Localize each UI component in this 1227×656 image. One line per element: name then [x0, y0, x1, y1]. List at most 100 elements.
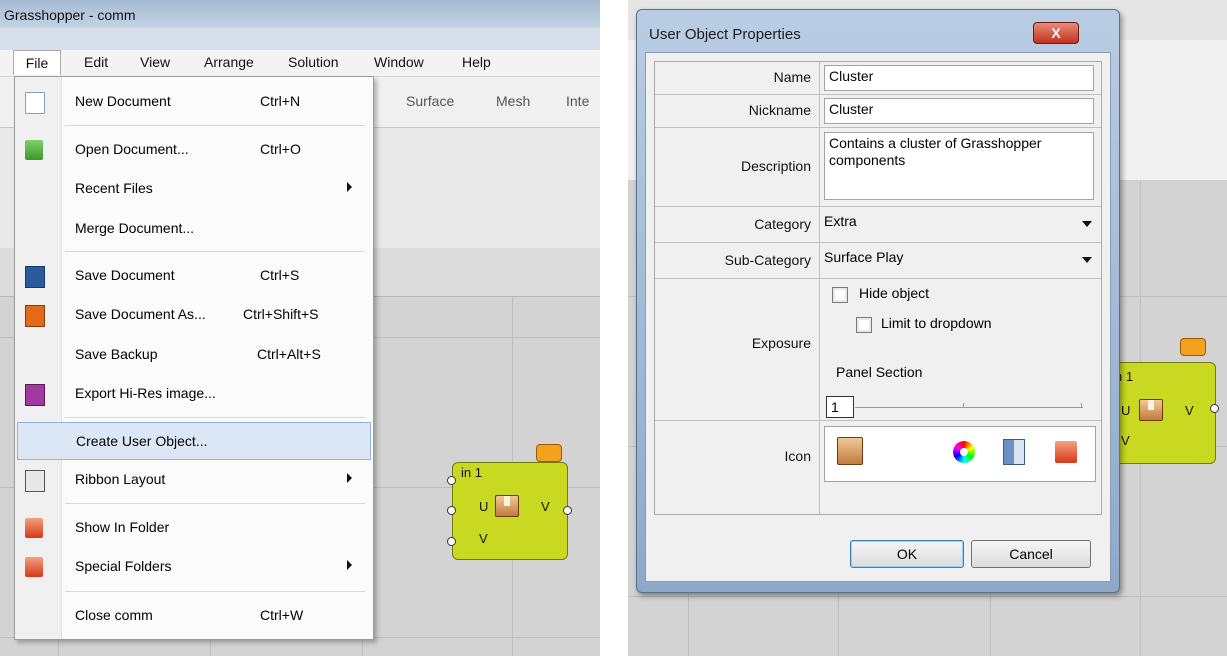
window-title: Grasshopper - comm	[4, 7, 136, 23]
open-folder-icon[interactable]	[1055, 441, 1077, 463]
menu-item-shortcut: Ctrl+O	[260, 141, 301, 157]
file-menu: New Document Ctrl+N Open Document... Ctr…	[14, 76, 374, 640]
menu-item-save-document[interactable]: Save Document Ctrl+S	[15, 257, 373, 295]
menu-help[interactable]: Help	[462, 54, 491, 70]
icon-editor-icon[interactable]	[1003, 439, 1025, 465]
input-u-label: U	[1121, 403, 1131, 418]
description-field[interactable]: Contains a cluster of Grasshopper compon…	[824, 132, 1094, 200]
menu-item-show-in-folder[interactable]: Show In Folder	[15, 509, 373, 547]
color-wheel-icon[interactable]	[953, 441, 975, 463]
input-port-v[interactable]	[447, 537, 456, 546]
subcategory-label: Sub-Category	[724, 252, 811, 268]
title-bar-lower	[0, 28, 600, 50]
cluster-box-icon[interactable]	[837, 437, 863, 465]
menu-item-ribbon-layout[interactable]: Ribbon Layout	[15, 461, 373, 499]
menu-item-merge-document[interactable]: Merge Document...	[15, 210, 373, 248]
menu-item-label: Save Document As...	[75, 306, 206, 322]
menu-item-label: New Document	[75, 93, 171, 109]
menu-item-label: Open Document...	[75, 141, 189, 157]
row-exposure: Exposure Hide object Limit to dropdown P…	[655, 279, 1101, 421]
close-button[interactable]: X	[1033, 22, 1079, 44]
menu-item-open-document[interactable]: Open Document... Ctrl+O	[15, 131, 373, 169]
menu-window[interactable]: Window	[374, 54, 424, 70]
panel-section-label: Panel Section	[836, 364, 923, 380]
cluster-box-icon	[495, 495, 519, 517]
cluster-component[interactable]: n 1 U V V	[1108, 362, 1216, 464]
ribbon-layout-icon	[25, 470, 45, 492]
menu-item-label: Save Document	[75, 267, 175, 283]
submenu-arrow-icon	[347, 473, 352, 483]
menu-item-label: Special Folders	[75, 558, 172, 574]
ok-button[interactable]: OK	[850, 540, 964, 568]
export-image-icon	[25, 384, 45, 406]
menu-item-new-document[interactable]: New Document Ctrl+N	[15, 83, 373, 121]
icon-label: Icon	[784, 448, 811, 464]
menu-item-shortcut: Ctrl+Shift+S	[243, 306, 319, 322]
chevron-down-icon	[1082, 257, 1092, 263]
menu-item-label: Close comm	[75, 607, 153, 623]
menu-item-label: Show In Folder	[75, 519, 170, 535]
menu-item-shortcut: Ctrl+Alt+S	[257, 346, 321, 362]
output-v-label: V	[1185, 403, 1194, 418]
submenu-arrow-icon	[347, 182, 352, 192]
cluster-component[interactable]: in 1 U V V	[452, 462, 568, 560]
tab-intersect[interactable]: Inte	[566, 93, 589, 109]
folder-icon	[25, 518, 43, 538]
panel-section-slider[interactable]	[855, 403, 1083, 408]
subcategory-dropdown[interactable]: Surface Play	[820, 247, 1100, 273]
menu-item-recent-files[interactable]: Recent Files	[15, 170, 373, 208]
category-label: Category	[754, 216, 811, 232]
menu-item-export-hi-res-image[interactable]: Export Hi-Res image...	[15, 375, 373, 413]
dialog-body: Name Cluster Nickname Cluster Descriptio…	[645, 52, 1111, 582]
input-u-label: U	[479, 499, 489, 514]
menu-item-special-folders[interactable]: Special Folders	[15, 548, 373, 586]
menu-view[interactable]: View	[140, 54, 170, 70]
dialog-title: User Object Properties	[649, 26, 801, 43]
menu-bar: File Edit View Arrange Solution Window H…	[0, 50, 600, 77]
menu-edit[interactable]: Edit	[84, 54, 108, 70]
input-port-1[interactable]	[447, 476, 456, 485]
name-field[interactable]: Cluster	[824, 65, 1094, 91]
menu-item-label: Merge Document...	[75, 220, 195, 236]
grasshopper-window-right: n 1 U V V User Object Properties X Name …	[628, 0, 1227, 656]
subcategory-value: Surface Play	[824, 249, 904, 265]
user-object-properties-dialog: User Object Properties X Name Cluster Ni…	[636, 9, 1120, 593]
name-label: Name	[773, 69, 811, 85]
hide-object-checkbox[interactable]	[832, 287, 848, 303]
menu-item-shortcut: Ctrl+N	[260, 93, 301, 109]
menu-item-create-user-object[interactable]: Create User Object...	[17, 422, 371, 460]
submenu-arrow-icon	[347, 560, 352, 570]
save-disk-icon	[25, 266, 45, 288]
menu-item-save-document-as[interactable]: Save Document As... Ctrl+Shift+S	[15, 296, 373, 334]
output-port-v[interactable]	[563, 506, 572, 515]
limit-to-dropdown-checkbox[interactable]	[856, 317, 872, 333]
menu-item-close-document[interactable]: Close comm Ctrl+W	[15, 597, 373, 635]
input-port-u[interactable]	[447, 506, 456, 515]
tab-mesh[interactable]: Mesh	[496, 93, 530, 109]
cancel-button[interactable]: Cancel	[971, 540, 1091, 568]
tab-surface[interactable]: Surface	[406, 93, 454, 109]
nickname-label: Nickname	[748, 102, 811, 118]
menu-solution[interactable]: Solution	[288, 54, 339, 70]
open-folder-icon	[25, 140, 43, 160]
cluster-box-icon	[1139, 399, 1163, 421]
save-as-disk-icon	[25, 305, 45, 327]
menu-item-label: Export Hi-Res image...	[75, 385, 216, 401]
title-bar: Grasshopper - comm	[0, 0, 600, 28]
nickname-field[interactable]: Cluster	[824, 98, 1094, 124]
panel-section-value[interactable]: 1	[826, 396, 854, 418]
output-v-label: V	[541, 499, 550, 514]
menu-arrange[interactable]: Arrange	[204, 54, 254, 70]
special-folder-icon	[25, 557, 43, 577]
comment-bubble-icon	[536, 444, 562, 462]
category-dropdown[interactable]: Extra	[820, 211, 1100, 237]
exposure-label: Exposure	[751, 335, 811, 351]
menu-file[interactable]: File	[13, 50, 61, 75]
menu-item-label: Create User Object...	[76, 433, 208, 449]
menu-item-label: Save Backup	[75, 346, 158, 362]
hide-object-label: Hide object	[859, 285, 930, 301]
new-document-icon	[25, 92, 45, 114]
menu-item-save-backup[interactable]: Save Backup Ctrl+Alt+S	[15, 336, 373, 374]
output-port-v[interactable]	[1210, 404, 1219, 413]
limit-to-dropdown-label: Limit to dropdown	[881, 315, 992, 331]
